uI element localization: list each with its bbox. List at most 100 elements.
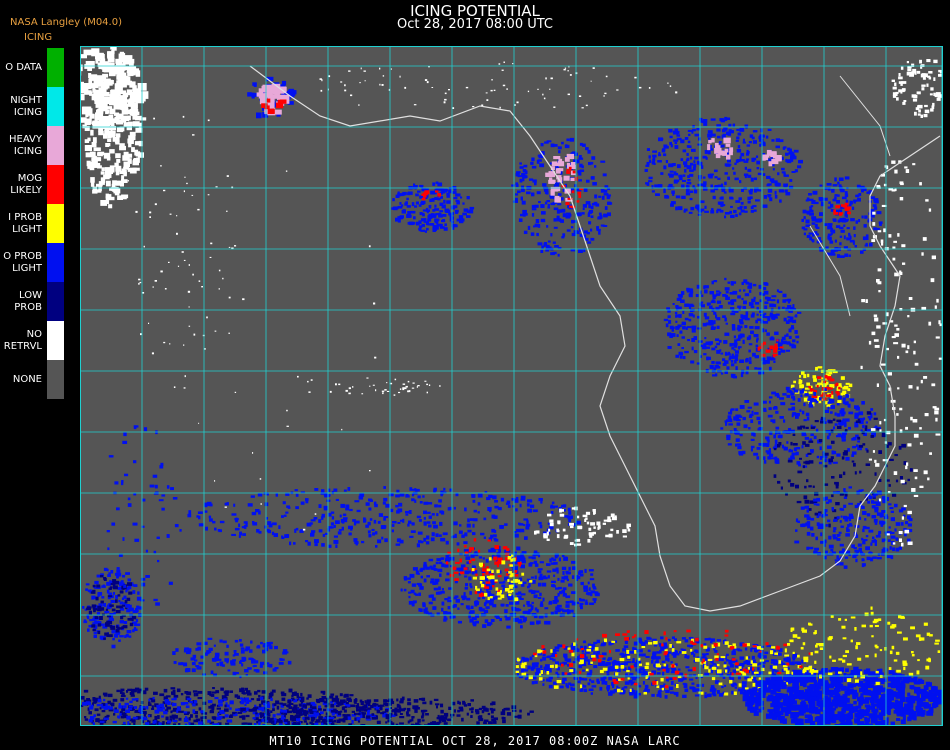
cloud-pixel [794, 540, 800, 544]
cloud-pixel [687, 669, 693, 672]
cloud-pixel [704, 692, 707, 695]
cloud-pixel [726, 437, 731, 441]
cloud-pixel [562, 587, 567, 591]
cloud-pixel [808, 193, 812, 196]
cloud-pixel [842, 390, 847, 395]
cloud-pixel [363, 520, 366, 523]
cloud-pixel [701, 294, 704, 297]
cloud-pixel [851, 460, 855, 463]
cloud-pixel [293, 542, 296, 545]
cloud-pixel [886, 555, 892, 559]
cloud-pixel [529, 562, 534, 565]
cloud-pixel [840, 515, 843, 518]
cloud-pixel [744, 647, 748, 651]
cloud-pixel [325, 532, 328, 535]
cloud-pixel [824, 452, 829, 456]
cloud-pixel [693, 336, 697, 340]
cloud-pixel [553, 649, 557, 653]
cloud-pixel [116, 159, 121, 163]
cloud-pixel [763, 655, 767, 659]
cloud-pixel [241, 526, 247, 529]
cloud-pixel [602, 678, 605, 683]
cloud-pixel [801, 432, 805, 436]
cloud-pixel [477, 493, 483, 498]
cloud-pixel [808, 460, 814, 464]
cloud-pixel [852, 241, 855, 245]
cloud-pixel [775, 426, 780, 430]
cloud-pixel [231, 533, 236, 536]
cloud-pixel [639, 649, 643, 653]
cloud-pixel [763, 321, 769, 324]
cloud-pixel [556, 570, 559, 574]
cloud-pixel [901, 507, 906, 511]
cloud-pixel [711, 138, 715, 143]
cloud-pixel [442, 214, 447, 217]
cloud-pixel [848, 383, 853, 388]
cloud-pixel [405, 510, 410, 514]
cloud-pixel [588, 569, 594, 572]
cloud-pixel [664, 685, 669, 689]
cloud-pixel [828, 544, 834, 549]
cloud-pixel [666, 679, 669, 682]
cloud-pixel [388, 493, 394, 497]
cloud-pixel [870, 435, 874, 438]
cloud-pixel [572, 170, 576, 174]
cloud-pixel [759, 292, 762, 296]
cloud-pixel [890, 535, 896, 539]
cloud-pixel [820, 416, 823, 421]
cloud-pixel [445, 561, 449, 565]
cloud-pixel [831, 494, 834, 498]
cloud-pixel [751, 655, 755, 660]
cloud-pixel [828, 523, 831, 528]
cloud-pixel [785, 670, 790, 675]
cloud-pixel [471, 494, 476, 498]
cloud-pixel [820, 532, 823, 537]
cloud-pixel [585, 668, 589, 672]
cloud-pixel [873, 519, 878, 523]
cloud-pixel [744, 325, 748, 329]
cloud-pixel [546, 671, 550, 675]
cloud-pixel [697, 205, 700, 210]
cloud-pixel [773, 360, 776, 363]
cloud-pixel [494, 615, 500, 618]
icing-map[interactable] [80, 46, 943, 726]
cloud-pixel [752, 667, 755, 671]
cloud-pixel [523, 657, 528, 660]
cloud-pixel [427, 502, 433, 505]
cloud-pixel [837, 433, 842, 437]
cloud-pixel [743, 279, 748, 284]
cloud-pixel [803, 232, 806, 236]
cloud-pixel [666, 669, 670, 672]
cloud-pixel [841, 438, 845, 442]
cloud-pixel [703, 312, 707, 317]
cloud-pixel [620, 678, 625, 681]
cloud-pixel [889, 458, 894, 461]
cloud-pixel [423, 522, 427, 526]
cloud-pixel [695, 657, 700, 662]
cloud-pixel [219, 520, 225, 524]
cloud-pixel [423, 510, 427, 514]
cloud-pixel [851, 206, 855, 210]
cloud-pixel [96, 75, 106, 82]
cloud-pixel [794, 330, 798, 334]
cloud-pixel [736, 668, 740, 671]
cloud-pixel [792, 398, 796, 401]
cloud-pixel [806, 479, 809, 483]
cloud-pixel [538, 554, 541, 558]
cloud-pixel [617, 688, 621, 693]
cloud-pixel [307, 541, 311, 546]
cloud-pixel [826, 445, 832, 449]
cloud-pixel [516, 171, 521, 174]
cloud-pixel [838, 212, 843, 215]
cloud-pixel [525, 526, 530, 530]
cloud-pixel [414, 205, 418, 208]
cloud-pixel [778, 182, 781, 187]
cloud-pixel [396, 510, 400, 514]
cloud-pixel [519, 162, 522, 165]
cloud-pixel [574, 184, 577, 188]
cloud-pixel [494, 538, 499, 542]
cloud-pixel [558, 557, 561, 562]
cloud-pixel [289, 541, 292, 546]
cloud-pixel [762, 341, 767, 345]
cloud-pixel [830, 203, 834, 208]
